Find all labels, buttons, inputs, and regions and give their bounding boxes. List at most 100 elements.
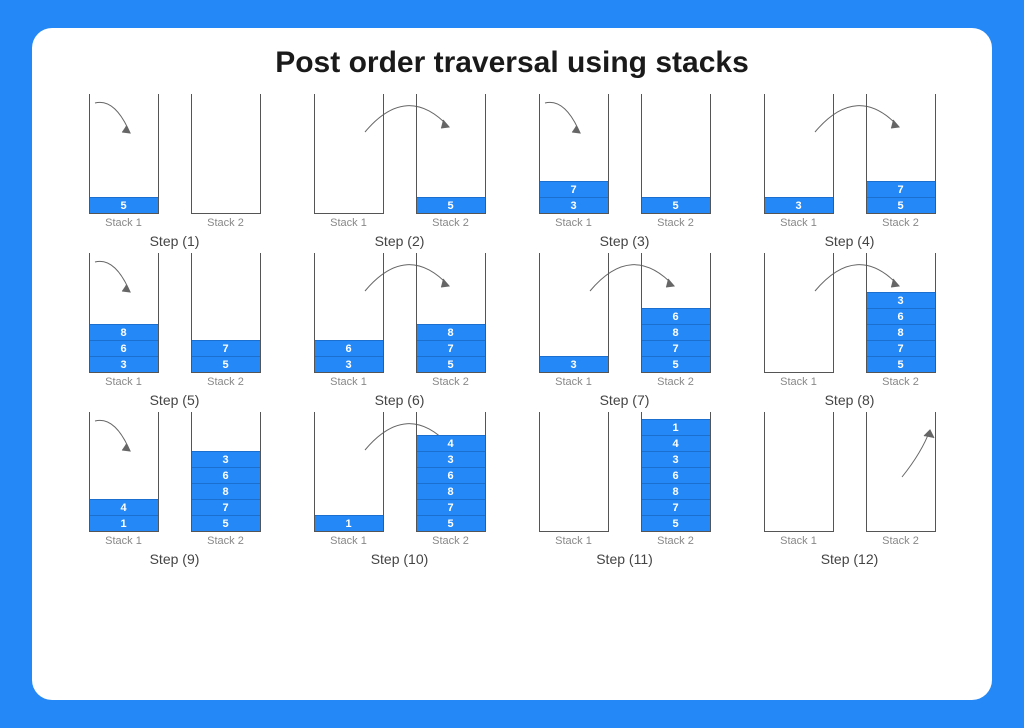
stack-wrap: Stack 1 xyxy=(764,412,834,547)
stack-cell: 3 xyxy=(417,451,485,467)
stack-label: Stack 1 xyxy=(555,217,592,229)
step-7: 3Stack 16875Stack 2Step (7) xyxy=(512,249,737,408)
stack-wrap: 75Stack 2 xyxy=(191,253,261,388)
stack-cell: 5 xyxy=(642,356,710,372)
stack-cell: 5 xyxy=(867,197,935,213)
step-label: Step (1) xyxy=(150,233,200,249)
stack-wrap: 63Stack 1 xyxy=(314,253,384,388)
stack-container: 5 xyxy=(641,94,711,214)
stack-wrap: 5 Stack 2 xyxy=(416,94,486,229)
stack-container: 6875 xyxy=(641,253,711,373)
stack-container: 5 xyxy=(89,94,159,214)
stack-pair: 41Stack 136875Stack 2 xyxy=(68,412,281,547)
stack-wrap: 36875Stack 2 xyxy=(866,253,936,388)
stack-container xyxy=(191,94,261,214)
stack-cell: 4 xyxy=(642,435,710,451)
step-4: 3Stack 175Stack 2Step (4) xyxy=(737,90,962,249)
stack-cell: 5 xyxy=(867,356,935,372)
stack-label: Stack 1 xyxy=(105,376,142,388)
stack-cell: 8 xyxy=(192,483,260,499)
stack-cell: 6 xyxy=(642,308,710,324)
step-1: 5 Stack 1 Stack 2 Step (1) xyxy=(62,90,287,249)
step-label: Step (8) xyxy=(825,392,875,408)
stack-cell: 7 xyxy=(642,340,710,356)
stack-wrap: 3 Stack 1 xyxy=(764,94,834,229)
stack-cell: 3 xyxy=(315,356,383,372)
stack-cell: 6 xyxy=(417,467,485,483)
step-label: Step (5) xyxy=(150,392,200,408)
step-9: 41Stack 136875Stack 2Step (9) xyxy=(62,408,287,567)
stack-container: 863 xyxy=(89,253,159,373)
stack-wrap: 5 Stack 1 xyxy=(89,94,159,229)
step-label: Step (11) xyxy=(596,551,653,567)
stack-wrap: Stack 1 xyxy=(539,412,609,547)
step-label: Step (6) xyxy=(375,392,425,408)
stack-pair: Stack 1Stack 2 xyxy=(743,412,956,547)
step-label: Step (9) xyxy=(150,551,200,567)
stack-cell: 5 xyxy=(90,197,158,213)
stack-cell: 6 xyxy=(315,340,383,356)
step-12: Stack 1Stack 2Step (12) xyxy=(737,408,962,567)
stack-label: Stack 2 xyxy=(657,376,694,388)
stack-cell: 4 xyxy=(90,499,158,515)
stack-label: Stack 2 xyxy=(432,217,469,229)
stack-label: Stack 1 xyxy=(780,376,817,388)
stack-cell: 3 xyxy=(192,451,260,467)
stack-cell: 5 xyxy=(417,197,485,213)
stack-cell: 6 xyxy=(867,308,935,324)
stack-cell: 5 xyxy=(192,515,260,531)
stack-pair: 5 Stack 1 Stack 2 xyxy=(68,94,281,229)
stack-cell: 8 xyxy=(642,324,710,340)
stack-container: 36875 xyxy=(191,412,261,532)
stack-wrap: 5 Stack 2 xyxy=(641,94,711,229)
stack-label: Stack 1 xyxy=(780,217,817,229)
step-8: Stack 136875Stack 2Step (8) xyxy=(737,249,962,408)
stack-container: 41 xyxy=(89,412,159,532)
stack-cell: 5 xyxy=(192,356,260,372)
stack-cell: 8 xyxy=(417,483,485,499)
step-10: 1Stack 1436875Stack 2Step (10) xyxy=(287,408,512,567)
stack-wrap: Stack 1 xyxy=(764,253,834,388)
stack-cell: 7 xyxy=(192,499,260,515)
stack-label: Stack 1 xyxy=(330,535,367,547)
stack-container: 3 xyxy=(764,94,834,214)
stack-label: Stack 1 xyxy=(105,217,142,229)
stack-wrap: 41Stack 1 xyxy=(89,412,159,547)
stack-cell: 7 xyxy=(417,499,485,515)
stack-cell: 5 xyxy=(417,356,485,372)
stack-wrap: 6875 Stack 2 xyxy=(641,253,711,388)
stack-pair: 73Stack 15Stack 2 xyxy=(518,94,731,229)
stack-cell: 5 xyxy=(642,197,710,213)
stack-label: Stack 2 xyxy=(657,535,694,547)
stack-cell: 7 xyxy=(867,340,935,356)
stack-cell: 8 xyxy=(417,324,485,340)
stack-label: Stack 1 xyxy=(555,535,592,547)
stack-cell: 3 xyxy=(867,292,935,308)
stack-container: 436875 xyxy=(416,412,486,532)
stack-cell: 5 xyxy=(417,515,485,531)
step-label: Step (10) xyxy=(371,551,429,567)
stack-wrap: 3 Stack 1 xyxy=(539,253,609,388)
stack-cell: 3 xyxy=(540,356,608,372)
stack-container: 875 xyxy=(416,253,486,373)
diagram-canvas: Post order traversal using stacks 5 Stack… xyxy=(32,28,992,700)
page-title: Post order traversal using stacks xyxy=(62,46,962,80)
stack-wrap: 875Stack 2 xyxy=(416,253,486,388)
stack-label: Stack 2 xyxy=(882,217,919,229)
stack-wrap: 75Stack 2 xyxy=(866,94,936,229)
stack-label: Stack 1 xyxy=(555,376,592,388)
step-3: 73Stack 15Stack 2Step (3) xyxy=(512,90,737,249)
step-5: 863 Stack 1 75Stack 2 Step (5) xyxy=(62,249,287,408)
stack-container: 3 xyxy=(539,253,609,373)
stack-wrap: Stack 2 xyxy=(191,94,261,229)
stack-cell: 7 xyxy=(192,340,260,356)
stack-cell: 6 xyxy=(642,467,710,483)
stack-cell: 7 xyxy=(417,340,485,356)
stack-wrap: 436875Stack 2 xyxy=(416,412,486,547)
stack-label: Stack 1 xyxy=(780,535,817,547)
step-11: Stack 11436875Stack 2Step (11) xyxy=(512,408,737,567)
stack-label: Stack 2 xyxy=(657,217,694,229)
stack-label: Stack 2 xyxy=(207,217,244,229)
stack-container: 75 xyxy=(191,253,261,373)
stack-label: Stack 2 xyxy=(882,376,919,388)
